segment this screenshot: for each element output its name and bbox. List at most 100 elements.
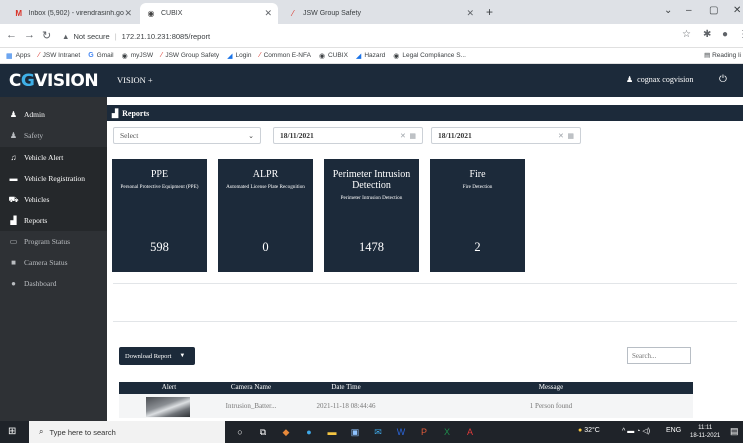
alert-thumbnail[interactable] xyxy=(146,397,190,417)
profile-avatar-icon[interactable]: ● xyxy=(722,29,728,40)
user-icon: ♟ xyxy=(626,75,634,84)
forward-arrow-icon[interactable]: → xyxy=(24,29,35,41)
column-header-alert[interactable]: Alert xyxy=(119,383,219,391)
download-report-button[interactable]: Download Report ▼ xyxy=(119,347,195,365)
power-icon[interactable]: ⏻ xyxy=(719,74,727,85)
store-icon[interactable]: ▣ xyxy=(348,425,362,439)
reading-list[interactable]: ▤ Reading li xyxy=(704,51,741,59)
clear-icon[interactable]: ✕ xyxy=(558,132,564,140)
sidebar-item-reports[interactable]: ▟ Reports xyxy=(0,210,107,231)
sidebar-item-label: Vehicle Alert xyxy=(24,153,64,162)
hazard-icon: ◢ xyxy=(355,52,362,60)
address-bar[interactable]: ▲ Not secure | 172.21.10.231:8085/report xyxy=(62,28,682,45)
card-ppe[interactable]: PPE Personal Protective Equipment (PPE) … xyxy=(112,159,207,272)
dashboard-icon: ● xyxy=(11,279,16,288)
card-count: 598 xyxy=(150,240,169,254)
chevron-down-icon[interactable]: ⌄ xyxy=(664,5,672,16)
card-fire[interactable]: Fire Fire Detection 2 xyxy=(430,159,525,272)
bar-chart-icon: ▟ xyxy=(10,216,17,225)
bookmark-hazard[interactable]: ◢ Hazard xyxy=(356,52,385,60)
system-tray-icons[interactable]: ^ ▬ ◔ ◁) xyxy=(622,427,650,435)
clear-icon[interactable]: ✕ xyxy=(400,132,406,140)
user-menu[interactable]: ♟ cognax cogvision xyxy=(626,75,693,84)
sidebar-item-dashboard[interactable]: ● Dashboard xyxy=(0,273,107,294)
table-search-input[interactable] xyxy=(627,347,691,364)
card-subtitle: Perimeter Intrusion Detection xyxy=(340,195,403,201)
cortana-icon[interactable]: ○ xyxy=(233,425,247,439)
card-alpr[interactable]: ALPR Automated License Plate Recognition… xyxy=(218,159,313,272)
calendar-icon[interactable]: ▦ xyxy=(567,132,574,140)
maximize-icon[interactable]: ▢ xyxy=(709,5,718,16)
back-arrow-icon[interactable]: ← xyxy=(6,29,17,41)
bookmark-login[interactable]: ◢ Login xyxy=(227,52,251,60)
to-date-field[interactable]: 18/11/2021 ✕ ▦ xyxy=(431,127,581,144)
column-header-message[interactable]: Message xyxy=(409,383,693,391)
bookmark-gmail[interactable]: G Gmail xyxy=(88,52,113,59)
sidebar-item-label: Admin xyxy=(24,110,45,119)
file-explorer-icon[interactable]: ▬ xyxy=(325,425,339,439)
close-window-icon[interactable]: ✕ xyxy=(733,5,741,16)
app-icon[interactable]: ◆ xyxy=(279,425,293,439)
column-header-date-time[interactable]: Date Time xyxy=(283,383,409,391)
close-icon[interactable]: ✕ xyxy=(264,8,272,19)
bookmark-common-enfa[interactable]: ⁄ Common E-NFA xyxy=(259,52,311,59)
bookmark-myjsw[interactable]: ◉ myJSW xyxy=(122,52,154,60)
browser-tab-cubix[interactable]: ◉ CUBIX ✕ xyxy=(140,3,278,24)
weather-widget[interactable]: ● 32°C xyxy=(578,427,600,434)
acrobat-icon[interactable]: A xyxy=(463,425,477,439)
clock[interactable]: 11:11 18-11-2021 xyxy=(690,424,720,440)
notification-icon[interactable]: ▤ xyxy=(730,426,739,437)
browser-tab-jsw-safety[interactable]: ⁄ JSW Group Safety ✕ xyxy=(282,3,480,24)
minimize-icon[interactable]: – xyxy=(686,5,692,16)
word-icon[interactable]: W xyxy=(394,425,408,439)
bar-chart-icon: ▟ xyxy=(112,108,119,118)
sidebar: ♟ Admin ♟ Safety ♫ Vehicle Alert ▬ Vehicle R… xyxy=(0,97,107,421)
report-type-select[interactable]: Select ⌄ xyxy=(113,127,261,144)
sidebar-item-program-status[interactable]: ▭ Program Status xyxy=(0,231,107,252)
extensions-icon[interactable]: ✱ xyxy=(703,29,711,40)
sidebar-item-camera-status[interactable]: ■ Camera Status xyxy=(0,252,107,273)
sidebar-item-safety[interactable]: ♟ Safety xyxy=(0,125,107,146)
excel-icon[interactable]: X xyxy=(440,425,454,439)
vision-plus-menu[interactable]: VISION + xyxy=(117,75,153,85)
mail-icon[interactable]: ✉ xyxy=(371,425,385,439)
calendar-icon[interactable]: ▦ xyxy=(409,132,416,140)
star-icon[interactable]: ☆ xyxy=(682,29,691,40)
user-icon: ♟ xyxy=(9,110,18,119)
language-indicator[interactable]: ENG xyxy=(666,427,681,434)
sidebar-item-vehicle-alert[interactable]: ♫ Vehicle Alert xyxy=(0,147,107,168)
column-header-camera-name[interactable]: Camera Name xyxy=(219,383,283,391)
more-menu-icon[interactable]: ⋮ xyxy=(738,29,743,40)
clock-time: 11:11 xyxy=(698,425,713,431)
safety-user-icon: ♟ xyxy=(9,131,18,140)
sidebar-item-label: Reports xyxy=(24,216,48,225)
bookmark-jsw-group-safety[interactable]: ⁄ JSW Group Safety xyxy=(161,52,219,59)
card-title: Perimeter Intrusion Detection xyxy=(332,169,411,191)
close-icon[interactable]: ✕ xyxy=(466,8,474,19)
sidebar-item-admin[interactable]: ♟ Admin xyxy=(0,104,107,125)
bookmark-legal-compliance[interactable]: ◉ Legal Compliance S... xyxy=(393,52,466,60)
windows-start-icon[interactable]: ⊞ xyxy=(8,426,16,437)
cogvision-logo[interactable]: C G VISION xyxy=(0,64,107,97)
caret-down-icon: ▼ xyxy=(179,353,186,359)
close-icon[interactable]: ✕ xyxy=(124,8,132,19)
card-perimeter-intrusion[interactable]: Perimeter Intrusion Detection Perimeter … xyxy=(324,159,419,272)
powerpoint-icon[interactable]: P xyxy=(417,425,431,439)
browser-tab-gmail[interactable]: M Inbox (5,902) - virendrasinh.gohi ✕ xyxy=(8,3,138,24)
table-row[interactable]: Intrusion_Batter... 2021-11-18 08:44:46 … xyxy=(119,394,693,418)
bookmarks-bar: ▦ Apps ⁄ JSW Intranet G Gmail ◉ myJSW ⁄ JSW G… xyxy=(0,48,743,64)
sidebar-item-vehicle-registration[interactable]: ▬ Vehicle Registration xyxy=(0,168,107,189)
task-view-icon[interactable]: ⧉ xyxy=(256,425,270,439)
tab-label: Inbox (5,902) - virendrasinh.gohi xyxy=(28,10,125,17)
edge-icon[interactable]: ● xyxy=(302,425,316,439)
jsw-icon: ⁄ xyxy=(38,52,40,59)
sidebar-item-vehicles[interactable]: ⛟ Vehicles xyxy=(0,189,107,210)
bookmark-cubix[interactable]: ◉ CUBIX xyxy=(319,52,348,60)
from-date-field[interactable]: 18/11/2021 ✕ ▦ xyxy=(273,127,423,144)
bookmark-apps[interactable]: ▦ Apps xyxy=(6,52,30,60)
taskbar-search-box[interactable]: ⌕ Type here to search xyxy=(29,421,225,443)
reload-icon[interactable]: ↻ xyxy=(42,29,51,42)
bookmark-jsw-intranet[interactable]: ⁄ JSW Intranet xyxy=(38,52,80,59)
cell-message: 1 Person found xyxy=(529,402,573,410)
new-tab-button[interactable]: + xyxy=(486,5,493,19)
